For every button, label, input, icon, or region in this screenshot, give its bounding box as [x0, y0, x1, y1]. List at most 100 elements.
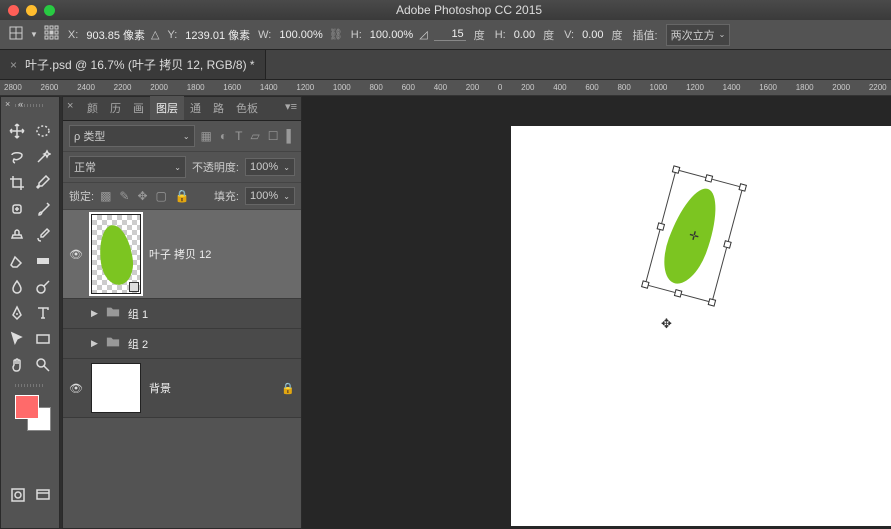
transform-handle-w[interactable]: [657, 222, 666, 231]
panel-close-icon[interactable]: ×: [1, 97, 14, 111]
brush-tool[interactable]: [31, 197, 55, 221]
layer-group-item[interactable]: ▶ 组 1: [63, 299, 301, 329]
filter-adjustment-icon[interactable]: ◐: [220, 129, 227, 143]
layer-filter-type-select[interactable]: ρ 类型 ⌄: [69, 125, 195, 147]
marquee-tool[interactable]: [31, 119, 55, 143]
document-tab[interactable]: × 叶子.psd @ 16.7% (叶子 拷贝 12, RGB/8) *: [0, 50, 266, 79]
opacity-select[interactable]: 100% ⌄: [245, 158, 295, 176]
minimize-window-button[interactable]: [26, 5, 37, 16]
transform-handle-e[interactable]: [723, 240, 732, 249]
layer-thumbnail[interactable]: [91, 214, 141, 294]
tab-paths[interactable]: 路: [207, 96, 230, 120]
layer-name[interactable]: 组 1: [128, 306, 295, 322]
lock-position-icon[interactable]: ✥: [137, 189, 147, 203]
filter-type-icon[interactable]: T: [235, 129, 242, 143]
tab-brush[interactable]: 画: [127, 96, 150, 120]
lasso-tool[interactable]: [5, 145, 29, 169]
h-skew-value[interactable]: 0.00: [514, 29, 535, 41]
chevron-down-icon: ⌄: [283, 192, 290, 201]
eraser-tool[interactable]: [5, 249, 29, 273]
tab-color[interactable]: 颜: [81, 96, 104, 120]
history-brush-tool[interactable]: [31, 223, 55, 247]
lock-icon[interactable]: 🔒: [281, 382, 295, 395]
x-value[interactable]: 903.85 像素: [86, 27, 145, 43]
layer-thumbnail[interactable]: [91, 363, 141, 413]
delta-icon[interactable]: △: [151, 28, 159, 41]
pen-tool[interactable]: [5, 301, 29, 325]
canvas-viewport[interactable]: ✛ ✥: [302, 96, 891, 529]
transform-handle-sw[interactable]: [641, 280, 650, 289]
zoom-tool[interactable]: [31, 353, 55, 377]
blend-mode-select[interactable]: 正常 ⌄: [69, 156, 186, 178]
transform-handle-ne[interactable]: [738, 183, 747, 192]
gradient-tool[interactable]: [31, 249, 55, 273]
layer-name[interactable]: 叶子 拷贝 12: [149, 246, 295, 262]
panel-collapse-icon[interactable]: «: [14, 97, 27, 111]
healing-brush-tool[interactable]: [5, 197, 29, 221]
filter-shape-icon[interactable]: ▱: [250, 129, 259, 143]
interpolation-select[interactable]: 两次立方 ⌄: [666, 24, 731, 46]
link-icon[interactable]: ⛓: [329, 28, 343, 41]
ruler-tick: 1600: [759, 83, 777, 92]
transform-handle-se[interactable]: [708, 298, 717, 307]
lock-transparency-icon[interactable]: ▩: [100, 189, 111, 203]
layer-name[interactable]: 组 2: [128, 336, 295, 352]
v-skew-value[interactable]: 0.00: [582, 29, 603, 41]
filter-smart-icon[interactable]: ☐: [268, 129, 279, 143]
filter-pixel-icon[interactable]: ▦: [201, 129, 212, 143]
quick-mask-button[interactable]: [6, 483, 30, 507]
angle-input[interactable]: [434, 28, 466, 41]
transform-handle-n[interactable]: [705, 174, 714, 183]
lock-pixels-icon[interactable]: ✎: [119, 189, 129, 203]
panel-menu-icon[interactable]: ▾≡: [285, 100, 297, 113]
crop-tool[interactable]: [5, 171, 29, 195]
layer-filter-icons: ▦ ◐ T ▱ ☐ ▌: [201, 129, 295, 143]
dodge-tool[interactable]: [31, 275, 55, 299]
layer-group-item[interactable]: ▶ 组 2: [63, 329, 301, 359]
layer-item[interactable]: 👁 背景 🔒: [63, 359, 301, 418]
hand-tool[interactable]: [5, 353, 29, 377]
screen-mode-button[interactable]: [31, 483, 55, 507]
w-value[interactable]: 100.00%: [279, 29, 322, 41]
clone-stamp-tool[interactable]: [5, 223, 29, 247]
ruler-tick: 1400: [260, 83, 278, 92]
tab-layers[interactable]: 图层: [150, 96, 184, 120]
visibility-toggle-icon[interactable]: 👁: [69, 382, 83, 395]
filter-toggle-icon[interactable]: ▌: [286, 129, 295, 143]
opacity-value: 100%: [250, 161, 278, 173]
eyedropper-tool[interactable]: [31, 171, 55, 195]
ruler-tick: 1000: [333, 83, 351, 92]
transform-handle-s[interactable]: [674, 289, 683, 298]
reference-point-icon[interactable]: [44, 25, 60, 44]
layer-name[interactable]: 背景: [149, 380, 273, 396]
transform-bounding-box[interactable]: ✛: [645, 169, 744, 303]
folder-icon: [106, 335, 120, 352]
close-window-button[interactable]: [8, 5, 19, 16]
move-tool[interactable]: [5, 119, 29, 143]
path-selection-tool[interactable]: [5, 327, 29, 351]
y-value[interactable]: 1239.01 像素: [185, 27, 250, 43]
h-value[interactable]: 100.00%: [370, 29, 413, 41]
lock-artboard-icon[interactable]: ▢: [156, 189, 167, 203]
expand-icon[interactable]: ▶: [91, 338, 98, 349]
rectangle-tool[interactable]: [31, 327, 55, 351]
transform-handle-nw[interactable]: [672, 165, 681, 174]
type-tool[interactable]: [31, 301, 55, 325]
lock-all-icon[interactable]: 🔒: [175, 189, 190, 203]
options-dropdown-icon[interactable]: ▼: [30, 30, 38, 39]
maximize-window-button[interactable]: [44, 5, 55, 16]
fill-select[interactable]: 100% ⌄: [245, 187, 295, 205]
expand-icon[interactable]: ▶: [91, 308, 98, 319]
blur-tool[interactable]: [5, 275, 29, 299]
transform-center-icon[interactable]: ✛: [687, 228, 700, 244]
canvas[interactable]: ✛ ✥: [511, 126, 891, 526]
tab-history[interactable]: 历: [104, 96, 127, 120]
layer-item[interactable]: 👁 叶子 拷贝 12: [63, 210, 301, 299]
tab-close-icon[interactable]: ×: [10, 58, 17, 72]
magic-wand-tool[interactable]: [31, 145, 55, 169]
visibility-toggle-icon[interactable]: 👁: [69, 248, 83, 261]
foreground-color-swatch[interactable]: [15, 395, 39, 419]
tab-swatches[interactable]: 色板: [230, 96, 264, 120]
panel-close-icon[interactable]: ×: [67, 100, 73, 112]
tab-channels[interactable]: 通: [184, 96, 207, 120]
